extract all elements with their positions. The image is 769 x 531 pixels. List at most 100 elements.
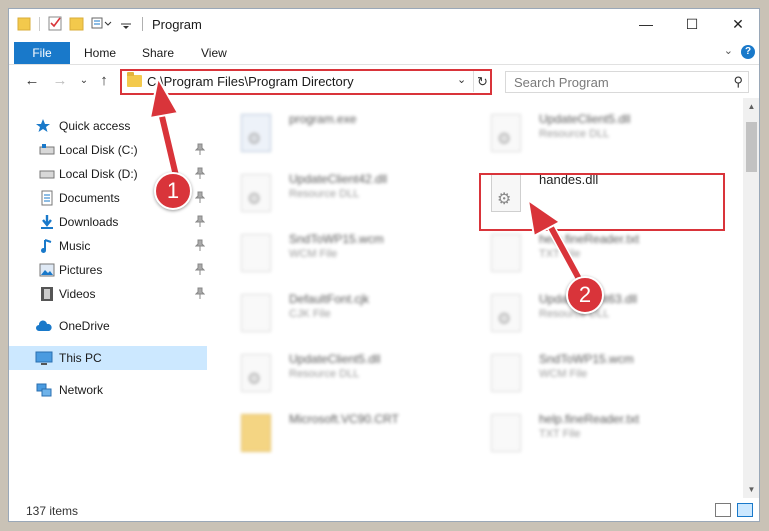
file-item[interactable]: DefaultFont.cjk CJK File <box>219 288 469 344</box>
sidebar-item-label: Local Disk (D:) <box>59 167 138 181</box>
file-list: program.exe UpdateClient5.dll Resource D… <box>219 98 741 498</box>
folder-icon <box>241 414 271 452</box>
sidebar-item-quick-access[interactable]: Quick access <box>9 114 207 138</box>
address-path[interactable]: C:\Program Files\Program Directory <box>147 74 354 89</box>
star-icon <box>35 118 51 134</box>
forward-button[interactable]: → <box>51 72 69 90</box>
file-item[interactable]: SndToWP15.wcm WCM File <box>219 228 469 284</box>
pin-icon[interactable] <box>194 239 206 254</box>
file-type: TXT File <box>539 248 581 260</box>
search-placeholder[interactable]: Search Program <box>514 75 609 90</box>
file-item[interactable]: SndToWP15.wcm WCM File <box>469 348 719 404</box>
file-item[interactable]: UpdateClient5.dll Resource DLL <box>469 108 719 164</box>
file-name: help.fineReader.txt <box>539 232 640 246</box>
details-view-icon[interactable] <box>715 503 731 517</box>
tab-view[interactable]: View <box>201 46 227 60</box>
search-icon[interactable]: ⚲ <box>733 74 743 90</box>
item-count: 137 items <box>26 504 79 518</box>
maximize-button[interactable]: ☐ <box>669 9 715 39</box>
file-type: TXT File <box>539 428 581 440</box>
file-name: program.exe <box>289 112 357 126</box>
scrollbar-thumb[interactable] <box>746 122 757 172</box>
file-icon <box>241 234 271 272</box>
status-bar: 137 items <box>9 498 759 521</box>
scroll-down-icon[interactable]: ▼ <box>743 481 759 498</box>
title-bar: Program — ☐ ✕ <box>9 9 759 39</box>
ribbon: File Home Share View ⌄ ? <box>9 39 759 65</box>
file-icon <box>491 354 521 392</box>
callout-2: 2 <box>566 276 604 314</box>
file-name: SndToWP15.wcm <box>289 232 384 246</box>
sidebar-item-network[interactable]: Network <box>9 378 207 402</box>
sidebar-item-videos[interactable]: Videos <box>9 282 207 306</box>
file-type: CJK File <box>289 308 331 320</box>
disk-icon <box>39 142 55 158</box>
file-type: Resource DLL <box>289 368 360 380</box>
file-name: DefaultFont.cjk <box>289 292 370 306</box>
executable-icon <box>241 114 271 152</box>
minimize-button[interactable]: — <box>623 9 669 39</box>
file-type: Resource DLL <box>289 188 360 200</box>
close-button[interactable]: ✕ <box>715 9 759 39</box>
address-bar[interactable]: C:\Program Files\Program Directory ⌄ ↻ <box>120 69 492 95</box>
tab-home[interactable]: Home <box>84 46 116 60</box>
pin-icon[interactable] <box>194 287 206 302</box>
sidebar-item-label: Local Disk (C:) <box>59 143 138 157</box>
folder-icon <box>127 72 142 87</box>
file-item[interactable]: program.exe <box>219 108 469 164</box>
folder-icon[interactable] <box>17 15 33 33</box>
search-box[interactable]: Search Program ⚲ <box>505 71 749 93</box>
computer-icon <box>35 350 53 366</box>
up-button[interactable]: ↑ <box>95 72 113 90</box>
properties-icon[interactable] <box>47 15 63 33</box>
quick-access-dropdown-icon[interactable] <box>119 15 133 33</box>
pin-icon[interactable] <box>194 215 206 230</box>
sidebar-item-local-disk-c[interactable]: Local Disk (C:) <box>9 138 207 162</box>
sidebar-item-pictures[interactable]: Pictures <box>9 258 207 282</box>
file-highlight-box <box>479 173 725 231</box>
pictures-icon <box>39 262 55 278</box>
file-item[interactable]: help.fineReader.txt TXT File <box>469 408 719 464</box>
separator <box>142 17 143 31</box>
file-name: UpdateClient5.dll <box>289 352 381 366</box>
expand-ribbon-icon[interactable]: ⌄ <box>724 44 733 57</box>
refresh-button[interactable]: ↻ <box>473 71 491 92</box>
new-folder-icon[interactable] <box>69 15 85 33</box>
window-title: Program <box>152 17 202 32</box>
large-icons-view-icon[interactable] <box>737 503 753 517</box>
sidebar-item-this-pc[interactable]: This PC <box>9 346 207 370</box>
downloads-icon <box>39 214 55 230</box>
file-item[interactable]: help.fineReader.txt TXT File <box>469 228 719 284</box>
navigation-bar: ← → ⌄ ↑ C:\Program Files\Program Directo… <box>9 66 759 98</box>
customize-toolbar-icon[interactable] <box>91 15 115 33</box>
sidebar-item-onedrive[interactable]: OneDrive <box>9 314 207 338</box>
navigation-pane: Quick access Local Disk (C:) Local Disk … <box>9 98 209 498</box>
music-icon <box>39 238 55 254</box>
file-item[interactable]: UpdateClient5.dll Resource DLL <box>219 348 469 404</box>
file-icon <box>241 294 271 332</box>
pin-icon[interactable] <box>194 191 206 206</box>
tab-share[interactable]: Share <box>142 46 174 60</box>
file-name: UpdateClient42.dll <box>289 172 388 186</box>
back-button[interactable]: ← <box>23 72 41 90</box>
sidebar-item-music[interactable]: Music <box>9 234 207 258</box>
file-type: WCM File <box>289 248 338 260</box>
sidebar-item-label: Documents <box>59 191 120 205</box>
recent-locations-button[interactable]: ⌄ <box>75 72 93 90</box>
scroll-up-icon[interactable]: ▲ <box>743 98 759 115</box>
pin-icon[interactable] <box>194 263 206 278</box>
file-name: UpdateClient5.dll <box>539 112 631 126</box>
address-dropdown-icon[interactable]: ⌄ <box>457 73 466 86</box>
pin-icon[interactable] <box>194 167 206 182</box>
sidebar-item-label: Music <box>59 239 91 253</box>
pin-icon[interactable] <box>194 143 206 158</box>
tab-file[interactable]: File <box>14 42 70 64</box>
help-icon[interactable]: ? <box>741 45 755 59</box>
callout-1: 1 <box>154 172 192 210</box>
sidebar-item-label: Pictures <box>59 263 103 277</box>
vertical-scrollbar[interactable]: ▲ ▼ <box>743 98 759 498</box>
file-item[interactable]: UpdateClient42.dll Resource DLL <box>219 168 469 224</box>
sidebar-item-downloads[interactable]: Downloads <box>9 210 207 234</box>
file-item[interactable]: Microsoft.VC90.CRT <box>219 408 469 464</box>
sidebar-item-label: This PC <box>59 351 102 365</box>
